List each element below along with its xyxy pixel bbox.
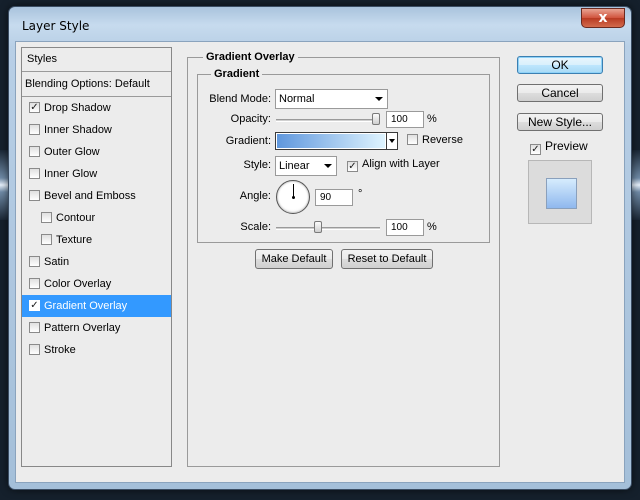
style-item-satin[interactable]: Satin [22, 251, 171, 273]
reset-to-default-button[interactable]: Reset to Default [341, 249, 433, 269]
style-item-checkbox[interactable] [29, 278, 40, 289]
reverse-checkbox[interactable]: Reverse [407, 134, 463, 146]
angle-center [292, 196, 295, 199]
style-item-contour[interactable]: Contour [22, 207, 171, 229]
style-select[interactable]: Linear [275, 156, 337, 176]
opacity-label: Opacity: [230, 113, 271, 125]
blend-mode-value: Normal [279, 93, 315, 105]
style-item-label: Stroke [44, 344, 76, 356]
make-default-button[interactable]: Make Default [255, 249, 333, 269]
style-items: Drop Shadow Inner Shadow Outer Glow Inner G… [22, 97, 171, 361]
style-item-inner-shadow[interactable]: Inner Shadow [22, 119, 171, 141]
degree-symbol: ° [358, 188, 363, 200]
style-item-inner-glow[interactable]: Inner Glow [22, 163, 171, 185]
gradient-preview[interactable] [277, 134, 385, 148]
style-item-label: Outer Glow [44, 146, 100, 158]
style-item-checkbox[interactable] [29, 256, 40, 267]
style-item-label: Gradient Overlay [44, 300, 128, 312]
window-title: Layer Style [22, 19, 90, 33]
style-item-checkbox[interactable] [29, 168, 40, 179]
style-item-label: Color Overlay [44, 278, 112, 290]
opacity-slider[interactable] [276, 119, 380, 122]
style-item-checkbox[interactable] [29, 190, 40, 201]
style-item-label: Drop Shadow [44, 102, 111, 114]
gradient-picker[interactable] [275, 132, 398, 150]
angle-dial[interactable] [276, 180, 310, 214]
chevron-down-icon [324, 164, 332, 168]
style-item-label: Pattern Overlay [44, 322, 121, 334]
style-item-checkbox[interactable] [29, 344, 40, 355]
style-value: Linear [279, 160, 310, 172]
style-item-checkbox[interactable] [41, 212, 52, 223]
style-item-label: Texture [56, 234, 93, 246]
close-icon: x [598, 10, 608, 26]
style-item-color-overlay[interactable]: Color Overlay [22, 273, 171, 295]
chevron-down-icon[interactable] [386, 133, 397, 149]
scale-slider[interactable] [276, 227, 380, 230]
blend-mode-label: Blend Mode: [209, 93, 271, 105]
preview-swatch [546, 178, 577, 209]
opacity-input[interactable]: 100 [386, 111, 424, 128]
cancel-button[interactable]: Cancel [517, 84, 603, 102]
blending-options-item[interactable]: Blending Options: Default [22, 72, 171, 97]
angle-label: Angle: [239, 190, 271, 202]
group-title: Gradient [211, 68, 263, 80]
blend-mode-select[interactable]: Normal [275, 89, 388, 109]
preview-checkbox-box[interactable] [530, 144, 541, 155]
gradient-label: Gradient: [225, 135, 271, 147]
preview-thumbnail [528, 160, 592, 224]
style-item-bevel-and-emboss[interactable]: Bevel and Emboss [22, 185, 171, 207]
styles-header[interactable]: Styles [22, 48, 171, 72]
style-item-label: Inner Glow [44, 168, 98, 180]
style-item-label: Satin [44, 256, 70, 268]
style-item-gradient-overlay[interactable]: Gradient Overlay [22, 295, 171, 317]
style-item-outer-glow[interactable]: Outer Glow [22, 141, 171, 163]
style-item-label: Bevel and Emboss [44, 190, 136, 202]
style-item-stroke[interactable]: Stroke [22, 339, 171, 361]
align-checkbox-box[interactable] [347, 161, 358, 172]
title-bar[interactable]: Layer Style x [9, 7, 631, 41]
style-item-checkbox[interactable] [29, 300, 40, 311]
style-item-checkbox[interactable] [29, 124, 40, 135]
style-item-label: Inner Shadow [44, 124, 112, 136]
scale-percent: % [427, 221, 437, 233]
opacity-slider-handle[interactable] [372, 113, 380, 125]
angle-input[interactable]: 90 [315, 189, 353, 206]
close-button[interactable]: x [581, 8, 625, 28]
style-item-drop-shadow[interactable]: Drop Shadow [22, 97, 171, 119]
align-label: Align with Layer [362, 158, 440, 170]
scale-input[interactable]: 100 [386, 219, 424, 236]
align-with-layer-checkbox[interactable]: Align with Layer [347, 158, 440, 172]
ok-button[interactable]: OK [517, 56, 603, 74]
section-title: Gradient Overlay [203, 51, 298, 63]
style-item-checkbox[interactable] [29, 146, 40, 157]
style-item-pattern-overlay[interactable]: Pattern Overlay [22, 317, 171, 339]
opacity-percent: % [427, 113, 437, 125]
preview-checkbox[interactable]: Preview [530, 139, 588, 155]
chevron-down-icon [375, 97, 383, 101]
styles-list: Styles Blending Options: Default Drop Sh… [21, 47, 172, 467]
style-item-label: Contour [56, 212, 96, 224]
style-item-texture[interactable]: Texture [22, 229, 171, 251]
style-item-checkbox[interactable] [29, 322, 40, 333]
reverse-label: Reverse [422, 134, 463, 146]
scale-slider-handle[interactable] [314, 221, 322, 233]
preview-label: Preview [545, 139, 588, 153]
style-item-checkbox[interactable] [29, 102, 40, 113]
reverse-checkbox-box[interactable] [407, 134, 418, 145]
new-style-button[interactable]: New Style... [517, 113, 603, 131]
style-item-checkbox[interactable] [41, 234, 52, 245]
style-label: Style: [243, 159, 271, 171]
scale-label: Scale: [240, 221, 271, 233]
